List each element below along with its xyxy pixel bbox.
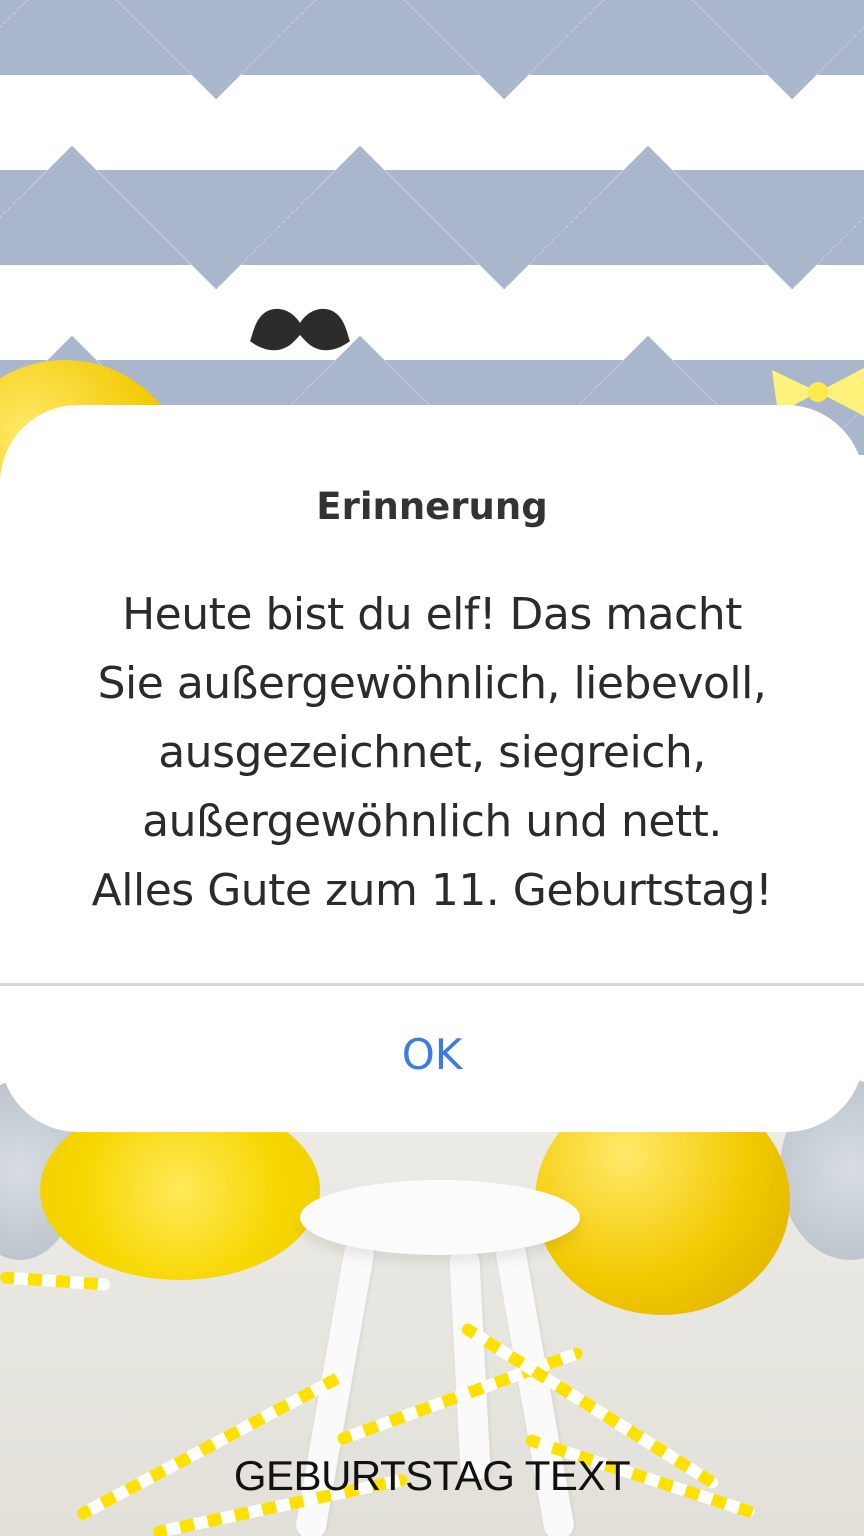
dialog-message: Heute bist du elf! Das macht Sie außerge… <box>50 580 814 925</box>
ok-button[interactable]: OK <box>0 986 864 1132</box>
stool-seat <box>300 1180 580 1255</box>
mustache-icon <box>250 308 350 351</box>
dialog-title: Erinnerung <box>316 485 548 528</box>
message-line: Sie außergewöhnlich, liebevoll, <box>97 658 767 709</box>
message-line: Heute bist du elf! Das macht <box>122 589 742 640</box>
screen: Erinnerung Heute bist du elf! Das macht … <box>0 0 864 1536</box>
message-line: ausgezeichnet, siegreich, <box>158 727 706 778</box>
message-line: außergewöhnlich und nett. <box>142 796 722 847</box>
message-line: Alles Gute zum 11. Geburtstag! <box>91 865 773 916</box>
footer-label: GEBURTSTAG TEXT <box>233 1452 631 1499</box>
alert-dialog: Erinnerung Heute bist du elf! Das macht … <box>0 405 864 1132</box>
